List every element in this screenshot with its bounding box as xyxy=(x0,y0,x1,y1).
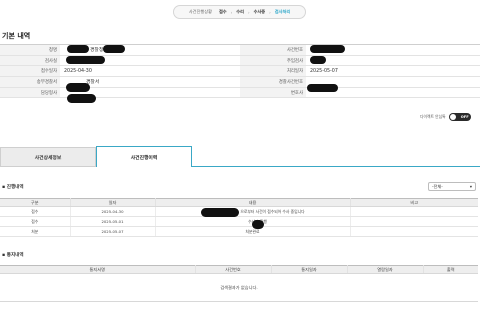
table-header-row: 통지서명 사건번호 통지일자 열람일자 출력 xyxy=(0,265,478,274)
column-header: 출력 xyxy=(423,265,478,274)
redaction-box xyxy=(67,94,96,103)
tab-case-detail[interactable]: 사건상세정보 xyxy=(0,147,96,167)
info-label: 송부경찰서 xyxy=(0,77,60,87)
progress-step-prosecutor-decision: 검사처리 xyxy=(274,9,291,14)
table-row: 처분 2025-05-07 처분완료 xyxy=(0,226,478,237)
column-header: 사건번호 xyxy=(195,265,272,274)
redaction-box xyxy=(307,84,338,92)
chevron-right-icon: › xyxy=(269,9,271,15)
redaction-box xyxy=(252,220,264,229)
column-header: 내용 xyxy=(155,198,351,207)
row-note xyxy=(350,226,478,237)
info-label: 청명 xyxy=(0,45,60,55)
row-date: 2025-05-07 xyxy=(70,226,156,237)
redaction-box xyxy=(103,45,125,53)
row-content: 으로부터 사건이 접수되어 수사 중입니다 xyxy=(155,206,351,217)
info-label: 사건번호 xyxy=(240,45,306,55)
row-date: 2025-04-30 xyxy=(70,206,156,217)
case-progress-indicator: 사건진행상황 접수 › 수리 › 수사중 › 검사처리 xyxy=(173,5,306,19)
progress-step-accepted: 수리 xyxy=(236,9,244,14)
toggle-label: 다이렉트 안심톡 xyxy=(420,114,446,119)
tab-underline xyxy=(192,166,480,167)
column-header: 통지서명 xyxy=(0,265,196,274)
info-label: 검사실 xyxy=(0,55,60,66)
info-label: 접수일자 xyxy=(0,66,60,77)
row-content: 처분완료 xyxy=(155,226,351,237)
info-row: 접수일자 2025-04-30 처리일자 2025-05-07 xyxy=(0,66,480,78)
info-label: 경찰사건번호 xyxy=(240,77,306,87)
progress-history-table: 구분 일자 내용 비고 접수 2025-04-30 으로부터 사건이 접수되어 … xyxy=(0,198,478,237)
info-value xyxy=(306,56,480,66)
column-header: 비고 xyxy=(350,198,478,207)
info-label: 처리일자 xyxy=(240,66,306,77)
toggle-knob xyxy=(450,114,457,120)
redaction-box xyxy=(67,45,89,53)
progress-step-investigating: 수사중 xyxy=(253,9,266,14)
column-header: 일자 xyxy=(70,198,156,207)
redaction-box xyxy=(310,45,345,53)
progress-step-received: 접수 xyxy=(218,9,227,14)
notice-history-table: 통지서명 사건번호 통지일자 열람일자 출력 검색결과가 없습니다. xyxy=(0,265,478,302)
progress-filter-select[interactable]: -전체- ▾ xyxy=(428,182,476,191)
redaction-box xyxy=(66,83,90,92)
filter-selected-value: -전체- xyxy=(432,183,443,189)
table-row: 접수 2025-04-30 으로부터 사건이 접수되어 수사 중입니다 xyxy=(0,206,478,217)
row-note xyxy=(350,206,478,217)
notice-history-title-text: 통지내역 xyxy=(6,253,24,258)
empty-message: 검색결과가 없습니다. xyxy=(0,273,478,302)
info-value: 2025-04-30 xyxy=(64,68,92,74)
row-note xyxy=(350,216,478,227)
table-header-row: 구분 일자 내용 비고 xyxy=(0,198,478,207)
progress-history-title-text: 진행내역 xyxy=(6,185,24,190)
row-type: 접수 xyxy=(0,206,71,217)
redaction-box xyxy=(310,56,326,64)
column-header: 통지일자 xyxy=(271,265,348,274)
row-date: 2025-05-01 xyxy=(70,216,156,227)
notice-history-title: ▪ 통지내역 xyxy=(2,253,24,258)
info-label: 주임검사 xyxy=(240,55,306,66)
redaction-box xyxy=(66,56,105,64)
table-row: 접수 2025-05-01 수사가 진행 xyxy=(0,216,478,227)
row-type: 접수 xyxy=(0,216,71,227)
basic-info-title: 기본 내역 xyxy=(2,32,31,40)
column-header: 구분 xyxy=(0,198,71,207)
row-type: 처분 xyxy=(0,226,71,237)
tab-case-progress-history[interactable]: 사건진행이력 xyxy=(96,146,192,167)
info-label: 담당형사 xyxy=(0,87,60,98)
chevron-right-icon: › xyxy=(230,9,233,15)
progress-label: 사건진행상황 xyxy=(188,9,212,14)
info-value: 2025-05-07 xyxy=(310,68,338,74)
info-label: 변호사 xyxy=(240,87,306,98)
toggle-state: OFF xyxy=(460,114,469,119)
direct-safe-talk-toggle-group: 다이렉트 안심톡 OFF xyxy=(420,113,471,121)
empty-row: 검색결과가 없습니다. xyxy=(0,273,478,302)
chevron-down-icon: ▾ xyxy=(469,184,472,189)
chevron-right-icon: › xyxy=(247,9,250,15)
redaction-box xyxy=(201,208,239,217)
direct-safe-talk-toggle[interactable]: OFF xyxy=(448,113,471,121)
column-header: 열람일자 xyxy=(347,265,424,274)
progress-history-title: ▪ 진행내역 xyxy=(2,185,24,190)
